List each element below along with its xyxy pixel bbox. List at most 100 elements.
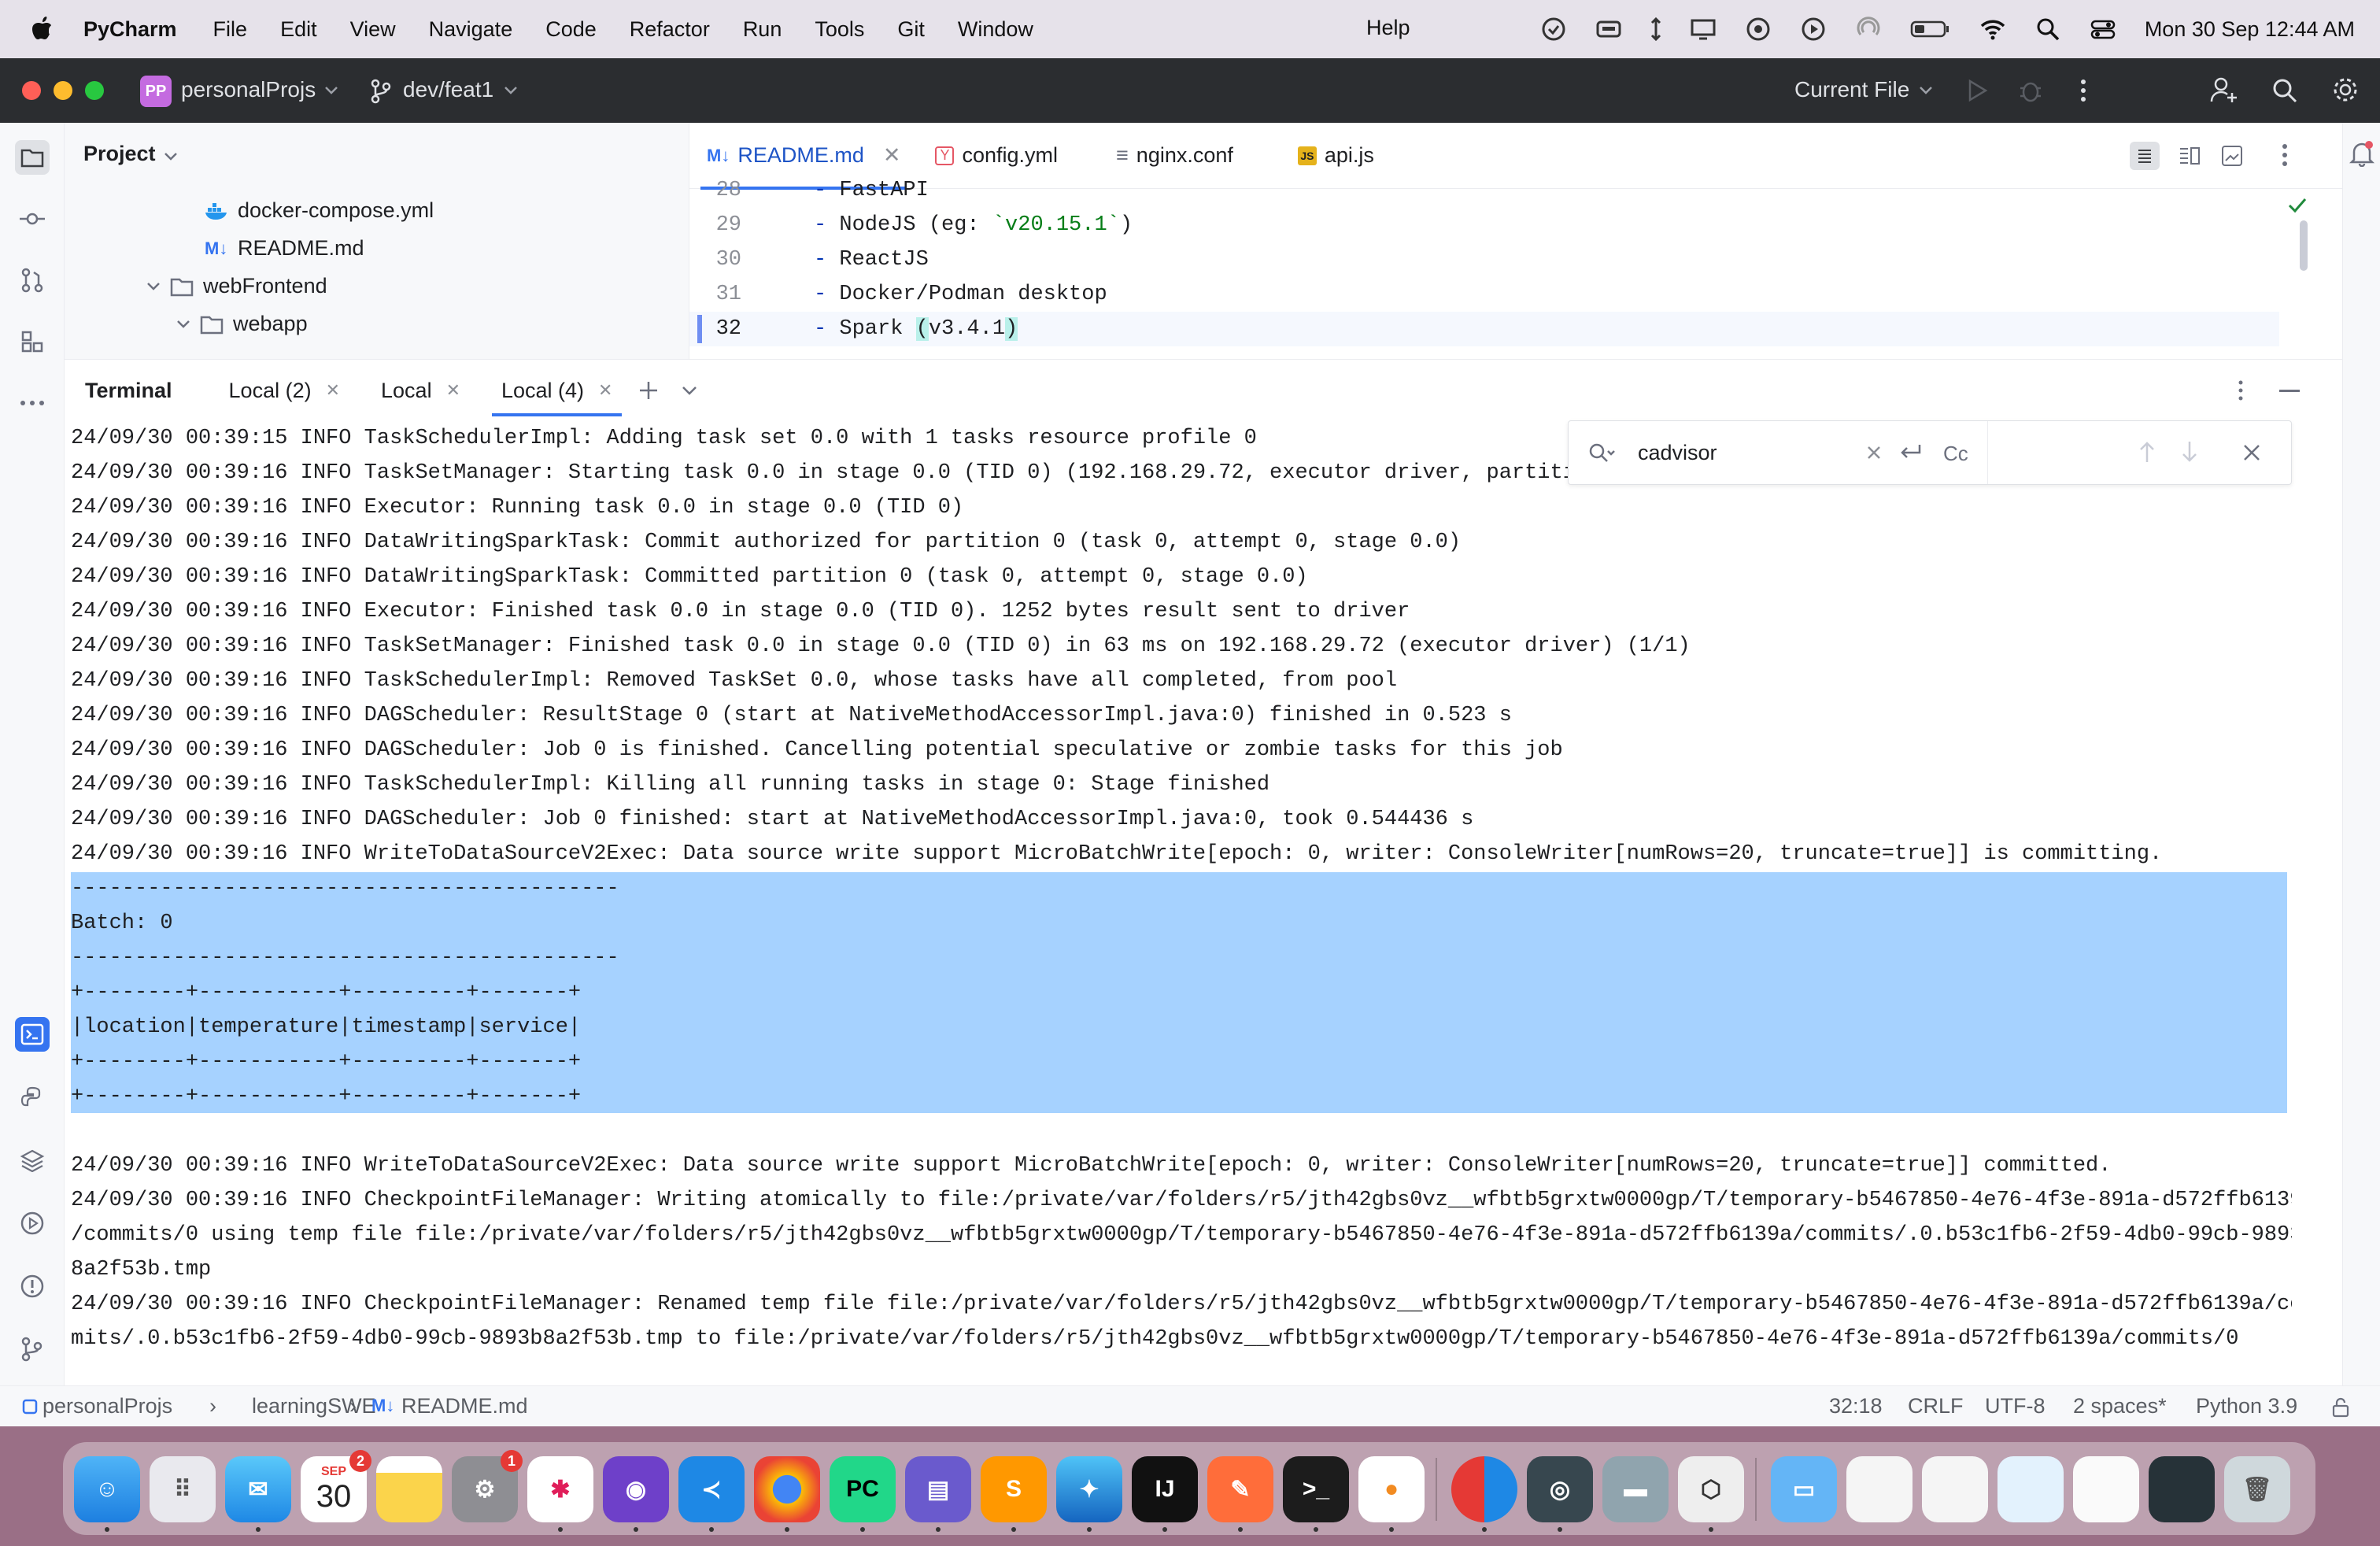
minimized-window-thumbnail[interactable] (2149, 1456, 2215, 1522)
git-tool-button[interactable] (15, 1332, 50, 1367)
run-icon[interactable] (1966, 79, 1988, 102)
add-user-icon[interactable] (2210, 76, 2238, 104)
preview-icon[interactable] (2221, 145, 2243, 167)
tree-item-webfrontend[interactable]: webFrontend (146, 274, 327, 298)
calendar-icon[interactable]: SEP 30 2 (301, 1450, 371, 1522)
play-status-icon[interactable] (1800, 16, 1827, 43)
finder-icon[interactable]: ☺ (74, 1456, 140, 1522)
menu-navigate[interactable]: Navigate (429, 17, 513, 42)
menu-refactor[interactable]: Refactor (630, 17, 710, 42)
terminal-output[interactable]: 24/09/30 00:39:15 INFO TaskSchedulerImpl… (65, 421, 2342, 1386)
vscode-icon[interactable]: ≺ (678, 1456, 745, 1522)
commit-tool-button[interactable] (15, 202, 50, 236)
minimized-window-thumbnail[interactable] (1846, 1456, 1913, 1522)
menu-run[interactable]: Run (743, 17, 782, 42)
tab-local-2[interactable]: Local (2) ✕ (209, 360, 360, 421)
close-tab-icon[interactable]: ✕ (883, 143, 901, 168)
clock[interactable]: Mon 30 Sep 12:44 AM (2145, 17, 2355, 42)
services-tool-button[interactable] (15, 1206, 50, 1241)
services-layers-button[interactable] (15, 1143, 50, 1178)
search-input[interactable] (1638, 435, 1858, 470)
search-everywhere-icon[interactable] (2271, 77, 2298, 104)
airdrop-status-icon[interactable] (1855, 16, 1882, 43)
chevron-down-icon[interactable] (176, 319, 190, 330)
unity-icon[interactable]: ⬡ (1678, 1456, 1744, 1522)
menu-file[interactable]: File (213, 17, 248, 42)
readonly-lock-icon[interactable] (2331, 1397, 2350, 1418)
chevron-down-icon[interactable] (146, 281, 161, 292)
no-problems-check-icon[interactable] (2287, 197, 2308, 214)
breadcrumb-file[interactable]: README.md (401, 1394, 528, 1418)
recent-app-icon[interactable] (1451, 1456, 1517, 1522)
downloads-folder-icon[interactable]: ▭ (1771, 1456, 1837, 1522)
apple-logo-icon[interactable] (30, 16, 54, 43)
tree-item-docker-compose[interactable]: docker-compose.yml (205, 198, 434, 223)
github-desktop-icon[interactable]: ◉ (603, 1456, 669, 1522)
launchpad-icon[interactable]: ⠿ (150, 1456, 216, 1522)
keyboard-status-icon[interactable] (1595, 16, 1622, 43)
editor-scrollbar[interactable] (2300, 220, 2308, 271)
chevron-down-icon[interactable] (1919, 85, 1933, 96)
split-view-icon[interactable] (2179, 146, 2201, 165)
indent-setting[interactable]: 2 spaces* (2073, 1394, 2167, 1418)
next-match-arrow-icon[interactable] (2181, 440, 2198, 464)
tree-item-readme[interactable]: M↓ README.md (205, 236, 364, 261)
podman-icon[interactable]: ▤ (905, 1456, 971, 1522)
regex-newline-icon[interactable] (1898, 442, 1923, 464)
menu-code[interactable]: Code (545, 17, 597, 42)
minimized-window-thumbnail[interactable] (2073, 1456, 2139, 1522)
menu-tools[interactable]: Tools (815, 17, 864, 42)
file-encoding[interactable]: UTF-8 (1985, 1394, 2046, 1418)
project-tool-button[interactable] (15, 140, 50, 175)
hide-panel-icon[interactable] (2279, 390, 2300, 393)
python-interpreter[interactable]: Python 3.9 (2196, 1394, 2297, 1418)
project-switcher[interactable]: personalProjs (181, 77, 316, 102)
chevron-down-icon[interactable] (324, 85, 338, 96)
control-center-icon[interactable] (2090, 16, 2116, 43)
breadcrumb-folder[interactable]: learningSWE (252, 1394, 376, 1418)
editor-only-view-button[interactable] (2130, 142, 2160, 170)
close-tab-icon[interactable]: ✕ (446, 380, 460, 401)
close-tab-icon[interactable]: ✕ (326, 380, 340, 401)
breadcrumb-project[interactable]: personalProjs (42, 1394, 172, 1418)
terminal-tool-button[interactable] (15, 1017, 50, 1052)
more-icon[interactable] (2281, 142, 2289, 168)
wifi-icon[interactable] (1979, 16, 2006, 43)
more-tools-button[interactable] (15, 386, 50, 420)
notes-icon[interactable] (376, 1456, 442, 1522)
app-menu[interactable]: PyCharm (83, 17, 177, 42)
structure-tool-button[interactable] (15, 324, 50, 359)
tab-local-4[interactable]: Local (4) ✕ (481, 360, 633, 421)
tab-local[interactable]: Local ✕ (360, 360, 481, 421)
sync-status-icon[interactable] (1540, 16, 1567, 43)
notifications-bell-icon[interactable] (2349, 140, 2374, 167)
search-history-icon[interactable] (1587, 442, 1616, 464)
line-separator[interactable]: CRLF (1908, 1394, 1964, 1418)
python-console-button[interactable] (15, 1080, 50, 1115)
sublime-text-icon[interactable]: S (981, 1456, 1047, 1522)
system-settings-icon[interactable]: ⚙ 1 (452, 1450, 523, 1522)
close-tab-icon[interactable]: ✕ (598, 380, 612, 401)
intellij-icon[interactable]: IJ (1132, 1456, 1198, 1522)
minimized-window-thumbnail[interactable] (1922, 1456, 1988, 1522)
chevron-down-icon[interactable] (164, 151, 178, 162)
spotlight-search-icon[interactable] (2034, 16, 2061, 43)
trash-icon[interactable]: 🗑 (2224, 1456, 2290, 1522)
zoom-window-button[interactable] (85, 81, 104, 100)
close-window-button[interactable] (22, 81, 41, 100)
problems-tool-button[interactable] (15, 1269, 50, 1304)
chevron-down-icon[interactable] (682, 385, 697, 396)
chevron-down-icon[interactable] (504, 85, 518, 96)
mail-icon[interactable]: ✉ (225, 1456, 291, 1522)
tree-item-webapp[interactable]: webapp (176, 312, 308, 336)
clear-search-icon[interactable] (1866, 445, 1882, 460)
run-config-selector[interactable]: Current File (1794, 77, 1909, 102)
match-case-toggle[interactable]: Cc (1943, 442, 1968, 466)
preview-app-icon[interactable]: ◎ (1527, 1456, 1593, 1522)
menu-view[interactable]: View (350, 17, 396, 42)
display-status-icon[interactable] (1690, 16, 1717, 43)
new-tab-plus-icon[interactable] (638, 379, 660, 401)
terminal-options-icon[interactable] (2237, 379, 2245, 402)
safari-icon[interactable]: ✦ (1056, 1456, 1122, 1522)
vpn-app-icon[interactable]: ● (1358, 1456, 1425, 1522)
